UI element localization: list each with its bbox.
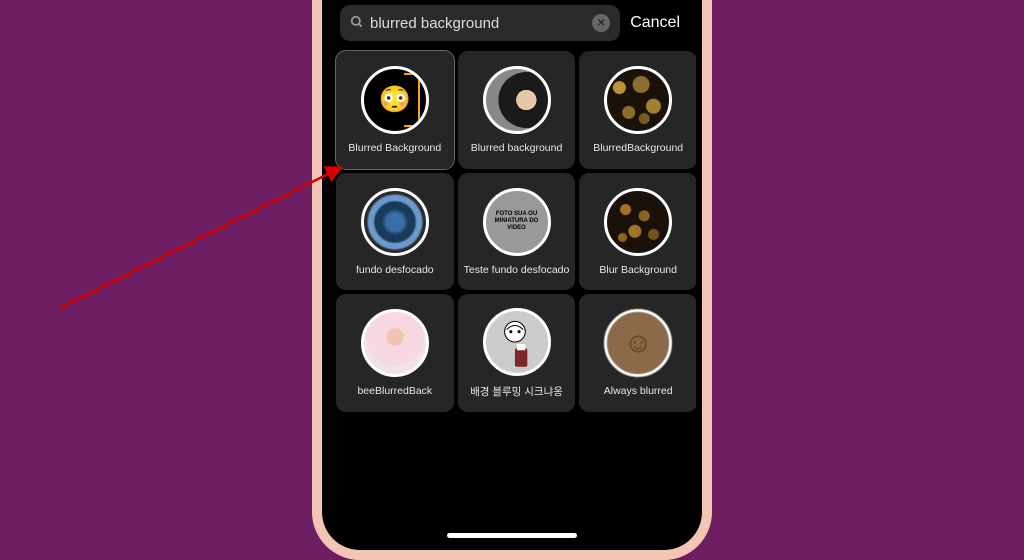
effects-grid: 😳 Blurred Background Blurred background Blu… xyxy=(334,51,690,412)
effect-label: fundo desfocado xyxy=(340,264,450,276)
cancel-button[interactable]: Cancel xyxy=(630,14,684,32)
search-row: ✕ Cancel xyxy=(334,5,690,51)
effect-card-5[interactable]: Blur Background xyxy=(579,173,696,291)
effect-card-8[interactable]: ☺ Always blurred xyxy=(579,294,696,412)
effect-label: Blurred background xyxy=(462,142,572,154)
phone-screen: Select an effect ✕ Cancel 😳Blurred Backg… xyxy=(328,0,696,544)
lens-icon xyxy=(361,188,429,256)
effect-label: Blur Background xyxy=(583,264,693,276)
effect-card-2[interactable]: BlurredBackground xyxy=(579,51,696,169)
effect-label: BlurredBackground xyxy=(583,142,693,154)
effect-card-6[interactable]: beeBlurredBack xyxy=(336,294,454,412)
smiley-icon: ☺ xyxy=(604,309,672,377)
effect-label: Blurred Background xyxy=(340,142,450,154)
emoji-flushed-icon: 😳 xyxy=(361,66,429,134)
bokeh2-icon xyxy=(604,188,672,256)
search-icon xyxy=(350,15,364,32)
effect-card-0[interactable]: 😳 Blurred Background xyxy=(336,51,454,169)
bokeh-icon xyxy=(604,66,672,134)
effect-label: 배경 블루밍 시크냐옹 xyxy=(462,384,572,399)
effect-card-4[interactable]: FOTO SUA OU MINIATURA DO VIDEO Teste fund… xyxy=(458,173,576,291)
text-thumb-icon: FOTO SUA OU MINIATURA DO VIDEO xyxy=(483,188,551,256)
woman-icon xyxy=(483,66,551,134)
search-input[interactable] xyxy=(370,15,586,32)
effect-label: Teste fundo desfocado xyxy=(462,264,572,276)
pink-icon xyxy=(361,309,429,377)
effect-card-3[interactable]: fundo desfocado xyxy=(336,173,454,291)
effect-card-1[interactable]: Blurred background xyxy=(458,51,576,169)
home-indicator[interactable] xyxy=(447,533,577,538)
phone-frame: Select an effect ✕ Cancel 😳Blurred Backg… xyxy=(312,0,712,560)
clear-icon[interactable]: ✕ xyxy=(592,14,610,32)
effect-label: Always blurred xyxy=(583,385,693,397)
search-box[interactable]: ✕ xyxy=(340,5,620,41)
effect-card-7[interactable]: 배경 블루밍 시크냐옹 xyxy=(458,294,576,412)
effect-label: beeBlurredBack xyxy=(340,385,450,397)
sketch-icon xyxy=(483,308,551,376)
